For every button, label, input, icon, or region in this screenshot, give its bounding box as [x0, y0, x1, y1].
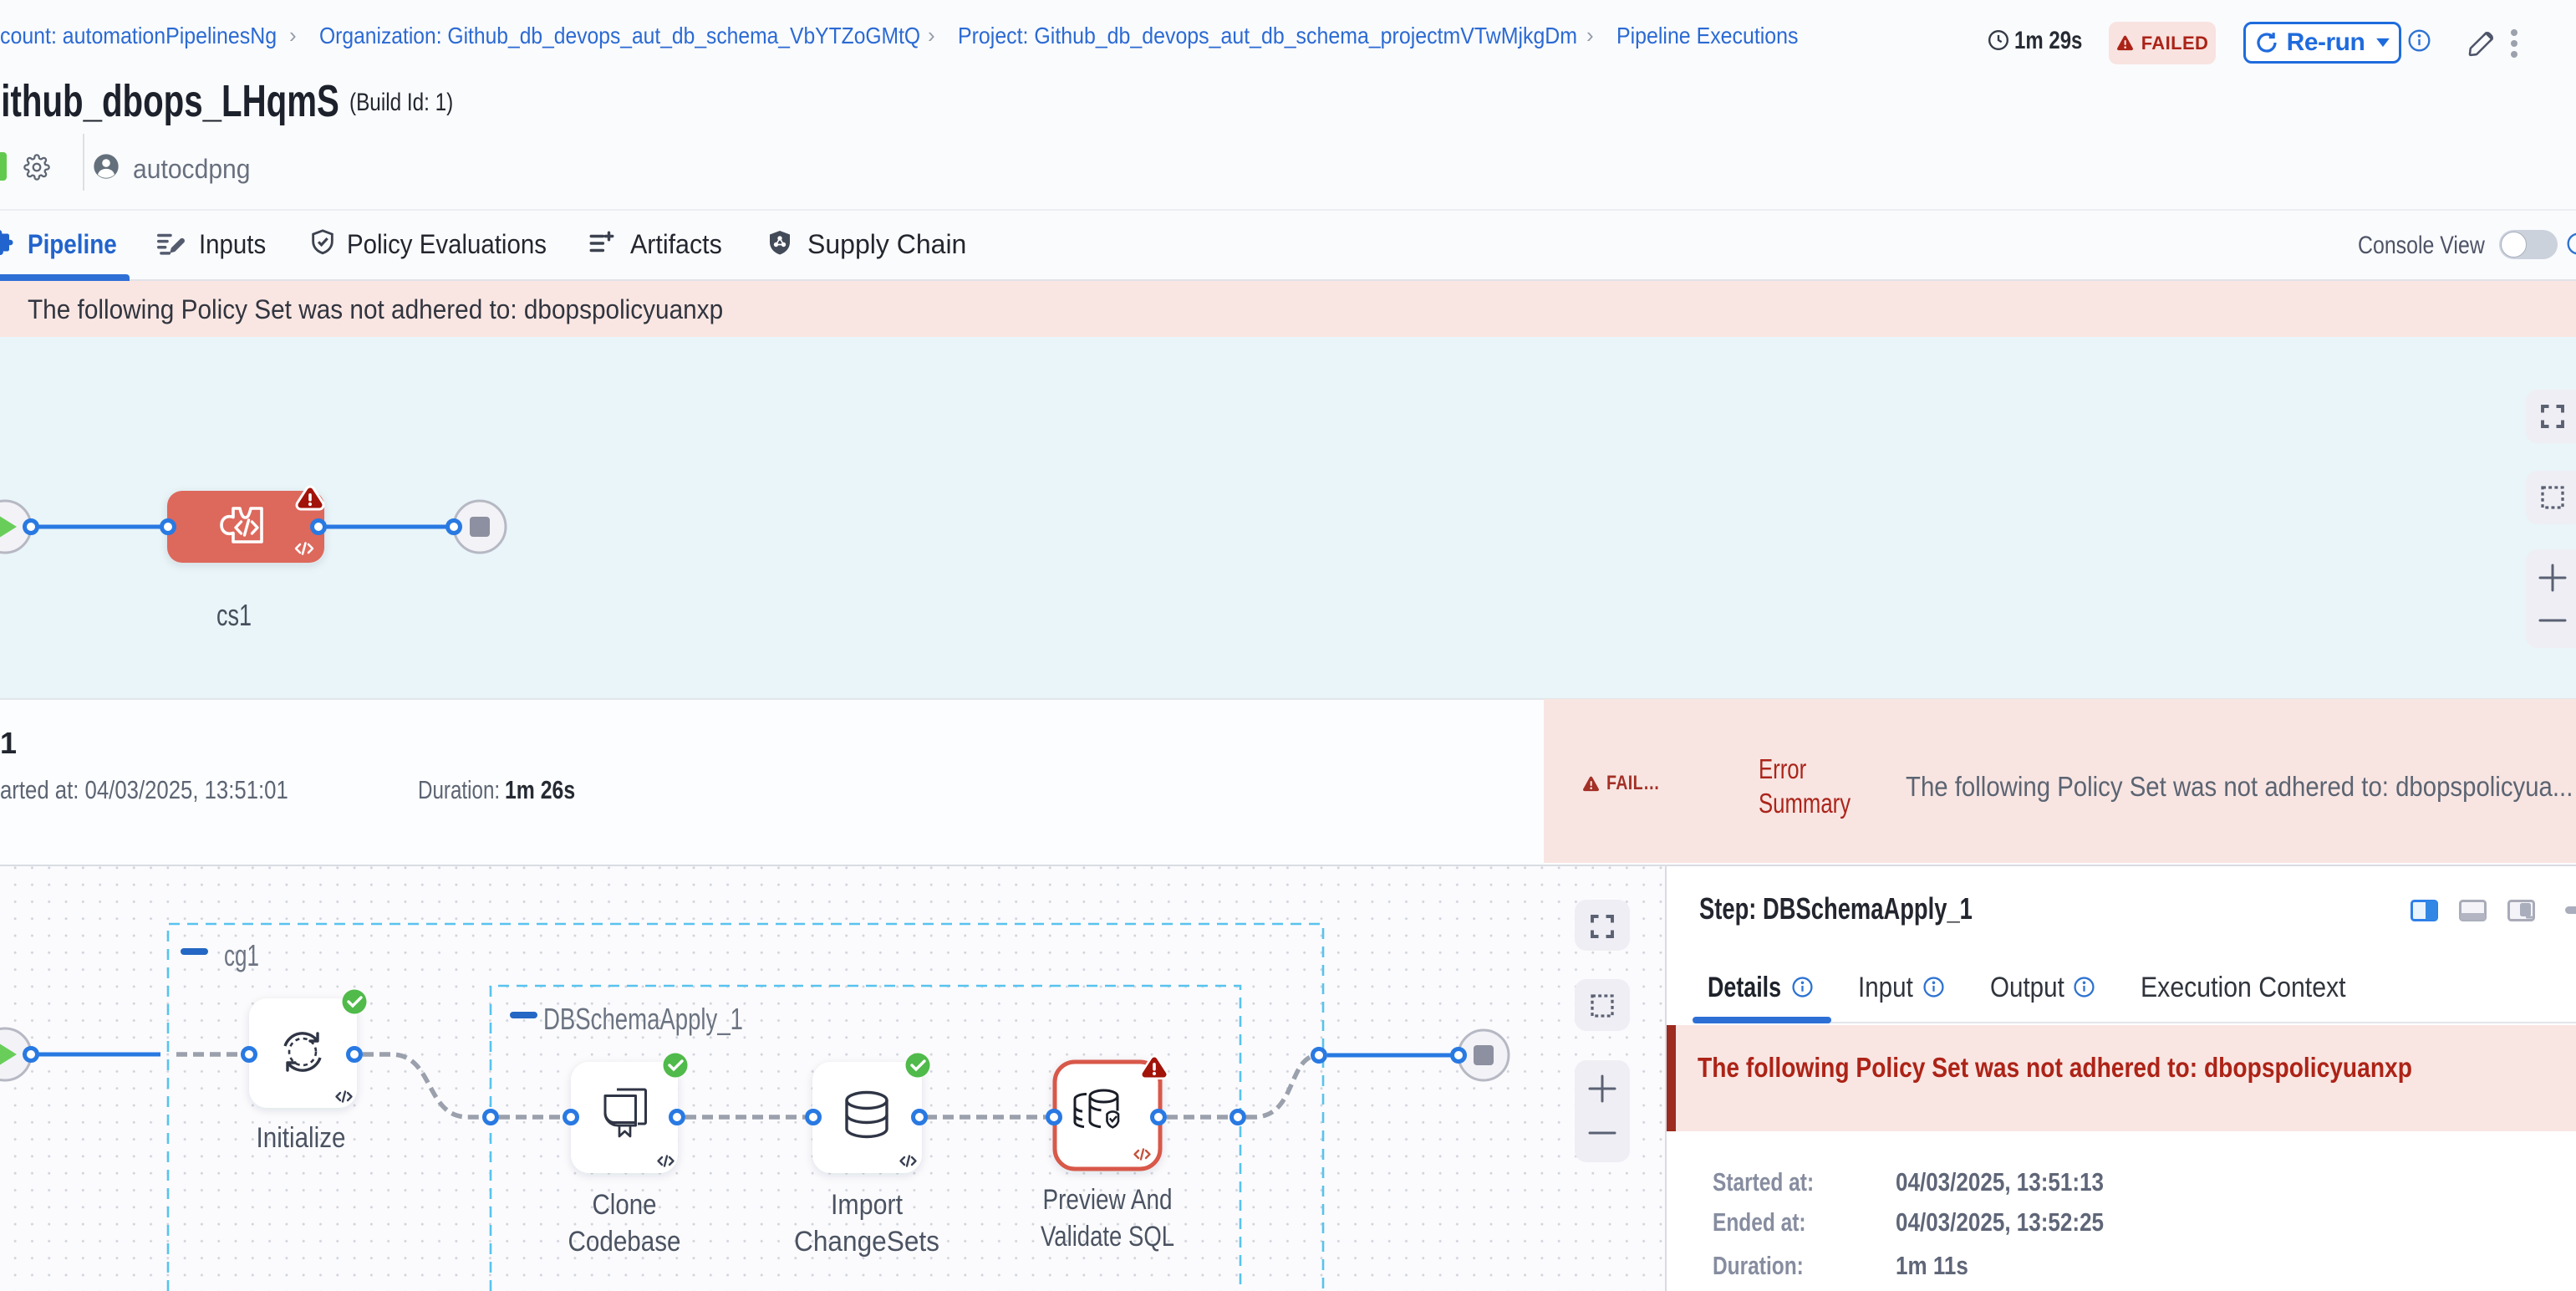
svg-text:Validate SQL: Validate SQL	[1041, 1221, 1174, 1253]
svg-text:DBSchemaApply_1: DBSchemaApply_1	[543, 1002, 743, 1036]
svg-text:Clone: Clone	[593, 1189, 657, 1221]
svg-text:cs1: cs1	[216, 598, 252, 632]
svg-text:Import: Import	[831, 1189, 903, 1221]
svg-text:ChangeSets: ChangeSets	[794, 1226, 939, 1258]
svg-text:Initialize: Initialize	[257, 1122, 346, 1154]
svg-text:cg1: cg1	[224, 938, 259, 972]
svg-text:Codebase: Codebase	[568, 1226, 681, 1258]
svg-text:Preview And: Preview And	[1043, 1184, 1173, 1216]
